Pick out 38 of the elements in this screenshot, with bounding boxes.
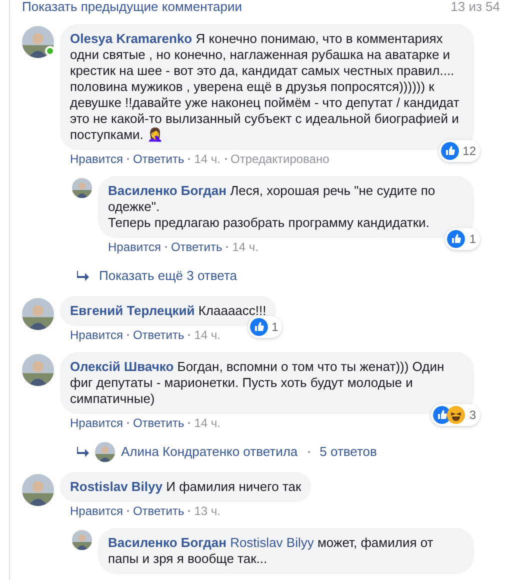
reaction-count[interactable]: 1: [445, 228, 480, 250]
like-link[interactable]: Нравится: [108, 240, 161, 254]
like-link[interactable]: Нравится: [70, 328, 123, 342]
author-name[interactable]: Rostislav Bilyy: [70, 478, 162, 494]
comment-text: Евгений Терлецкий Клаааасс!!!: [70, 302, 266, 318]
like-link[interactable]: Нравится: [70, 152, 123, 166]
thumbs-up-icon: [447, 230, 466, 248]
reply-link[interactable]: Ответить: [132, 416, 184, 430]
author-name[interactable]: Василенко Богдан: [108, 534, 226, 550]
comment-text: Василенко Богдан Леся, хорошая речь "не судите по одежке". Теперь предлагаю разобрать программу кандидатки.: [108, 183, 436, 231]
comment-text: Василенко Богдан Rostislav Bilyy может, фамилия от папы и зря я вообще так...: [108, 534, 434, 566]
like-link[interactable]: Нравится: [70, 416, 123, 430]
author-name[interactable]: Olesya Kramarenko: [70, 31, 192, 46]
replies-count-link[interactable]: 5 ответов: [320, 442, 377, 462]
thumbs-up-icon: [250, 318, 268, 336]
comment-text: Rostislav Bilyy И фамилия ничего так: [70, 478, 302, 494]
reply-link[interactable]: Ответить: [170, 240, 222, 254]
edited-label: Отредактировано: [230, 152, 330, 166]
reaction-count[interactable]: 3: [431, 404, 480, 426]
mention-link[interactable]: Rostislav Bilyy: [230, 534, 314, 550]
reply-link[interactable]: Ответить: [132, 328, 184, 342]
reaction-count[interactable]: 12: [438, 140, 480, 162]
comment-count: 13 из 54: [450, 0, 500, 14]
comment-text: Olesya Kramarenko Я конечно понимаю, что в комментариях одни святые , но конечно, наглаженная рубашка на аватарке и крестик на шее - вот это да, кандидат самых честных правил.... половина мужиков , уверена ещё в друзья попросятся)))))) к девушке !!давайте уже наконец поймём - что депутат / кандидат это не какой-то вылизанный субъект с идеальной биографией и поступками. 🤦‍♀: [70, 31, 460, 143]
author-name[interactable]: Олексій Швачко: [70, 358, 174, 374]
previous-comments-link[interactable]: Показать предыдущие комментарии: [22, 0, 242, 14]
reply-link[interactable]: Ответить: [132, 152, 184, 166]
more-replies-link[interactable]: Показать ещё 3 ответа: [99, 266, 237, 286]
replied-by-link[interactable]: Алина Кондратенко ответила: [121, 442, 298, 462]
reaction-count[interactable]: 1: [248, 316, 282, 338]
thumbs-up-icon: [440, 142, 459, 160]
reply-arrow-icon: [77, 446, 89, 456]
author-name[interactable]: Василенко Богдан: [108, 183, 226, 198]
author-name[interactable]: Евгений Терлецкий: [70, 302, 195, 318]
comment-text: Олексій Швачко Богдан, вспомни о том что ты женат))) Один фиг депутаты - марионетки. Пусть хоть будут молодые и симпатичные): [70, 358, 446, 406]
reply-link[interactable]: Ответить: [132, 504, 184, 518]
like-link[interactable]: Нравится: [70, 504, 123, 518]
reply-arrow-icon: [77, 270, 89, 281]
